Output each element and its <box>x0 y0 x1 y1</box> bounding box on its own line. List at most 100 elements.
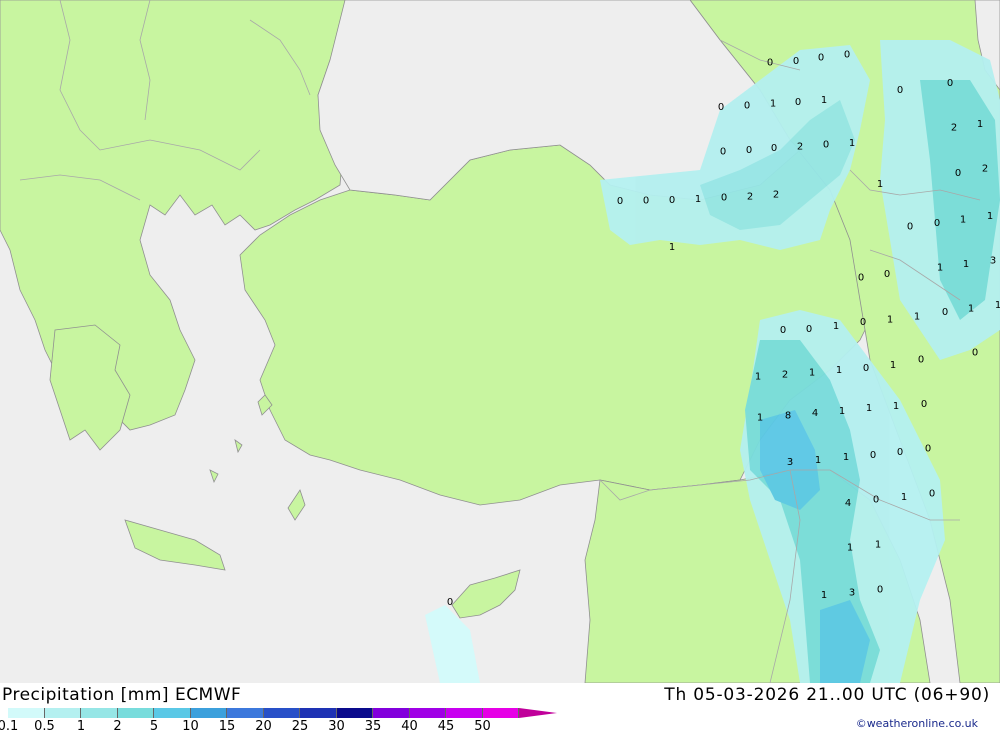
precip-value-label: 2 <box>782 370 788 381</box>
scale-tick-label: 45 <box>437 719 455 734</box>
precip-value-label: 0 <box>907 221 913 232</box>
credit-link[interactable]: ©weatheronline.co.uk <box>856 717 978 730</box>
scale-swatch <box>117 708 154 718</box>
scale-swatch <box>8 708 45 718</box>
precip-value-label: 0 <box>793 56 799 67</box>
color-scale <box>8 708 557 718</box>
precip-value-label: 0 <box>863 363 869 374</box>
scale-tick-label: 35 <box>364 719 382 734</box>
precip-value-label: 0 <box>744 101 750 112</box>
precip-value-label: 0 <box>870 450 876 461</box>
scale-swatch <box>81 708 118 718</box>
precip-value-label: 0 <box>873 495 879 506</box>
precip-value-label: 0 <box>877 585 883 596</box>
precip-value-label: 0 <box>720 146 726 157</box>
scale-tick-label: 0.1 <box>0 719 19 734</box>
scale-tick-label: 15 <box>218 719 236 734</box>
precip-value-label: 1 <box>866 403 872 414</box>
precip-value-label: 0 <box>780 325 786 336</box>
precip-value-label: 0 <box>818 53 824 64</box>
precip-value-label: 1 <box>809 368 815 379</box>
scale-swatch <box>409 708 446 718</box>
precip-value-label: 1 <box>893 401 899 412</box>
scale-swatch <box>263 708 300 718</box>
precip-value-label: 0 <box>771 143 777 154</box>
precip-value-label: 1 <box>821 95 827 106</box>
precip-value-label: 1 <box>875 540 881 551</box>
precip-value-label: 1 <box>669 242 675 253</box>
precip-value-label: 1 <box>695 194 701 205</box>
precip-value-label: 1 <box>877 179 883 190</box>
precip-value-label: 1 <box>836 365 842 376</box>
precip-value-label: 1 <box>963 259 969 270</box>
scale-swatch <box>190 708 227 718</box>
precip-value-label: 0 <box>947 78 953 89</box>
precip-value-label: 1 <box>901 492 907 503</box>
precip-value-label: 3 <box>990 256 996 267</box>
precip-value-label: 1 <box>770 99 776 110</box>
scale-swatch <box>336 708 373 718</box>
precip-value-label: 0 <box>823 139 829 150</box>
scale-tick-label: 25 <box>291 719 309 734</box>
precip-value-label: 1 <box>968 303 974 314</box>
precip-value-label: 2 <box>951 122 957 133</box>
precip-value-label: 2 <box>982 163 988 174</box>
precip-value-label: 1 <box>995 300 1000 311</box>
scale-swatch <box>154 708 191 718</box>
scale-tick-label: 5 <box>149 719 159 734</box>
scale-tick-label: 10 <box>182 719 199 734</box>
precip-value-label: 1 <box>914 312 920 323</box>
precip-value-label: 0 <box>746 145 752 156</box>
precip-value-label: 0 <box>921 399 927 410</box>
precip-value-label: 0 <box>860 317 866 328</box>
precip-value-label: 0 <box>795 97 801 108</box>
precip-value-label: 2 <box>773 189 779 200</box>
scale-swatch <box>446 708 483 718</box>
scale-swatch <box>373 708 410 718</box>
precip-value-label: 1 <box>755 372 761 383</box>
precip-value-label: 0 <box>767 58 773 69</box>
precipitation-map: 0 0 0 0 0 0 0 0 1 0 1 2 1 0 0 0 2 0 1 0 2 1 0 0 0 1 0 2 2 0 0 1 1 1 1 1 3 0 0 0… <box>0 0 1000 683</box>
precip-value-label: 1 <box>847 542 853 553</box>
precip-value-label: 1 <box>821 590 827 601</box>
scale-swatch <box>44 708 81 718</box>
precip-value-label: 0 <box>972 348 978 359</box>
precip-value-label: 1 <box>849 138 855 149</box>
precip-value-label: 2 <box>747 191 753 202</box>
precip-value-label: 3 <box>787 457 793 468</box>
precip-value-label: 1 <box>833 321 839 332</box>
precip-value-label: 0 <box>721 193 727 204</box>
scale-tick-label: 20 <box>255 719 272 734</box>
precip-value-label: 0 <box>929 488 935 499</box>
scale-tick-label: 50 <box>474 719 491 734</box>
precip-value-label: 4 <box>812 408 818 419</box>
precip-value-label: 0 <box>925 443 931 454</box>
precip-value-label: 1 <box>987 211 993 222</box>
scale-swatch <box>482 708 519 718</box>
scale-tick-label: 1 <box>76 719 86 734</box>
scale-tick-label: 40 <box>401 719 418 734</box>
precip-value-label: 0 <box>884 269 890 280</box>
precip-value-label: 0 <box>718 102 724 113</box>
precip-value-label: 1 <box>977 119 983 130</box>
precip-value-label: 0 <box>897 85 903 96</box>
scale-tick-label: 0.5 <box>34 719 55 734</box>
scale-swatch <box>300 708 337 718</box>
scale-arrow <box>519 708 557 718</box>
precip-value-label: 1 <box>815 455 821 466</box>
scale-tick-label: 30 <box>328 719 345 734</box>
precip-value-label: 1 <box>843 452 849 463</box>
precip-value-label: 0 <box>918 355 924 366</box>
map-title: Precipitation [mm] ECMWF <box>2 685 242 705</box>
precip-value-label: 0 <box>955 168 961 179</box>
precip-value-label: 1 <box>937 262 943 273</box>
precip-value-label: 0 <box>858 273 864 284</box>
precip-value-label: 8 <box>785 411 791 422</box>
scale-swatch <box>227 708 264 718</box>
precip-value-label: 3 <box>849 588 855 599</box>
precip-value-label: 1 <box>887 314 893 325</box>
precip-value-label: 0 <box>806 324 812 335</box>
scale-tick-label: 2 <box>113 719 122 734</box>
precip-value-label: 0 <box>897 447 903 458</box>
scale-labels: 0.1 0.5 1 2 5 10 15 20 25 30 35 40 45 50 <box>0 719 560 734</box>
